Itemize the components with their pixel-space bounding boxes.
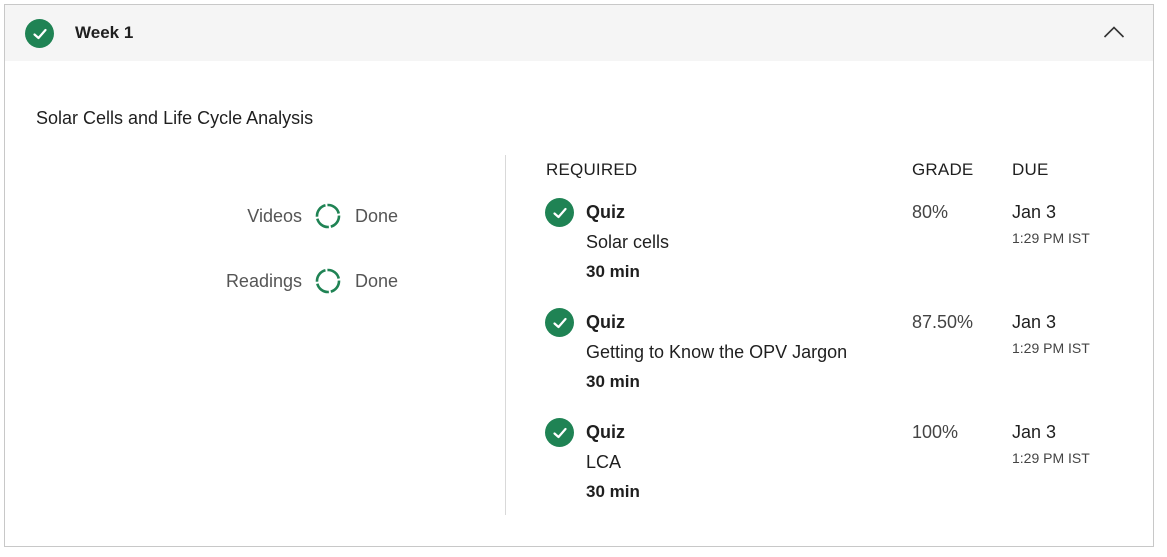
summary-readings: Readings Done (155, 266, 405, 296)
item-grade: 87.50% (912, 312, 974, 332)
item-due-time: 1:29 PM IST (1012, 450, 1090, 466)
completed-check-icon (25, 19, 54, 48)
column-header-required: REQUIRED (546, 160, 638, 179)
completed-check-icon (545, 198, 574, 227)
week-header[interactable]: Week 1 (5, 5, 1153, 61)
item-type: Quiz (586, 202, 625, 222)
item-type: Quiz (586, 312, 625, 332)
progress-ring-icon (315, 268, 341, 294)
week-card: Week 1 Solar Cells and Life Cycle Analys… (4, 4, 1154, 547)
item-duration: 30 min (586, 482, 640, 501)
summary-status: Done (355, 205, 399, 226)
list-item[interactable]: Quiz LCA 30 min 100% Jan 3 1:29 PM IST (545, 418, 1145, 518)
column-divider (505, 155, 506, 515)
column-header-grade: GRADE (912, 160, 974, 179)
item-grade: 100% (912, 422, 959, 442)
item-duration: 30 min (586, 372, 640, 391)
list-item[interactable]: Quiz Solar cells 30 min 80% Jan 3 1:29 P… (545, 198, 1145, 298)
item-name-link[interactable]: Solar cells (586, 232, 669, 253)
column-header-due: DUE (1012, 160, 1049, 179)
item-due-time: 1:29 PM IST (1012, 340, 1090, 356)
collapse-chevron-up-icon[interactable] (1101, 21, 1127, 43)
item-name-link[interactable]: Getting to Know the OPV Jargon (586, 342, 847, 363)
module-title: Solar Cells and Life Cycle Analysis (36, 108, 314, 128)
week-title: Week 1 (75, 23, 134, 42)
list-item[interactable]: Quiz Getting to Know the OPV Jargon 30 m… (545, 308, 1145, 408)
completed-check-icon (545, 418, 574, 447)
item-type: Quiz (586, 422, 625, 442)
summary-label: Readings (225, 270, 302, 291)
item-due-date: Jan 3 (1012, 312, 1057, 332)
item-duration: 30 min (586, 262, 640, 281)
item-due-date: Jan 3 (1012, 202, 1057, 222)
item-due-time: 1:29 PM IST (1012, 230, 1090, 246)
summary-label: Videos (247, 205, 302, 226)
progress-ring-icon (315, 203, 341, 229)
completed-check-icon (545, 308, 574, 337)
item-name-link[interactable]: LCA (586, 452, 621, 473)
summary-status: Done (355, 270, 399, 291)
summary-videos: Videos Done (155, 201, 405, 231)
item-due-date: Jan 3 (1012, 422, 1057, 442)
item-grade: 80% (912, 202, 949, 222)
